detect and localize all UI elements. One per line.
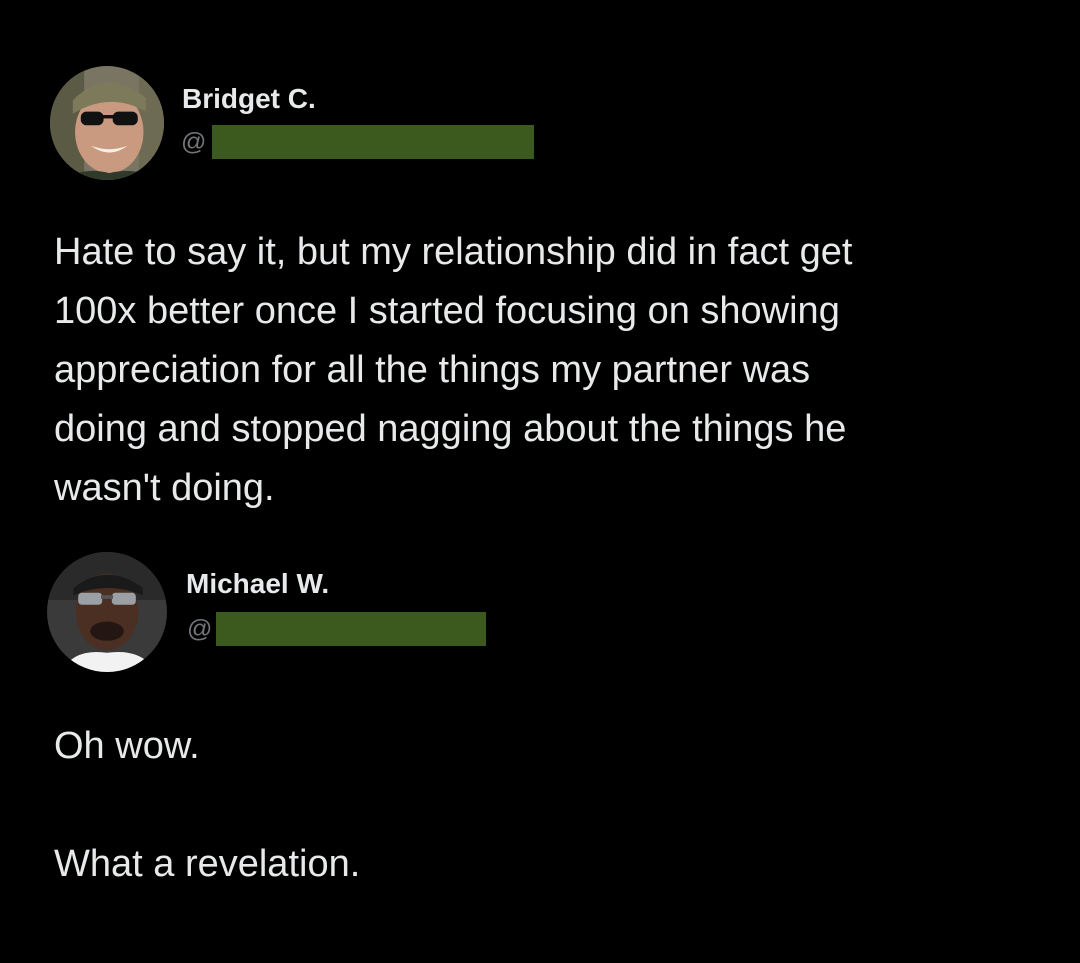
author-handle[interactable]: @ <box>187 612 487 646</box>
author-name[interactable]: Michael W. <box>186 568 329 600</box>
author-name[interactable]: Bridget C. <box>182 83 316 115</box>
avatar-man-sunglasses-icon <box>47 552 167 672</box>
author-handle[interactable]: @ <box>181 125 535 159</box>
handle-prefix: @ <box>187 615 213 643</box>
post-text-line: 100x better once I started focusing on s… <box>54 290 840 332</box>
avatar[interactable] <box>50 66 164 180</box>
post-text: Oh wow. What a revelation. <box>54 717 360 894</box>
post-text-line: appreciation for all the things my partn… <box>54 349 811 391</box>
post-text-line: Hate to say it, but my relationship did … <box>54 231 853 273</box>
post-text-line: doing and stopped nagging about the thin… <box>54 408 847 450</box>
avatar-woman-sunglasses-icon <box>50 66 164 180</box>
handle-redaction <box>212 125 535 159</box>
handle-prefix: @ <box>181 128 207 156</box>
post-text-line: Oh wow. <box>54 725 200 767</box>
avatar[interactable] <box>47 552 167 672</box>
post-text-line: wasn't doing. <box>54 467 275 509</box>
handle-redaction <box>216 612 487 646</box>
post-text-line: What a revelation. <box>54 843 361 885</box>
post-text: Hate to say it, but my relationship did … <box>54 223 852 518</box>
